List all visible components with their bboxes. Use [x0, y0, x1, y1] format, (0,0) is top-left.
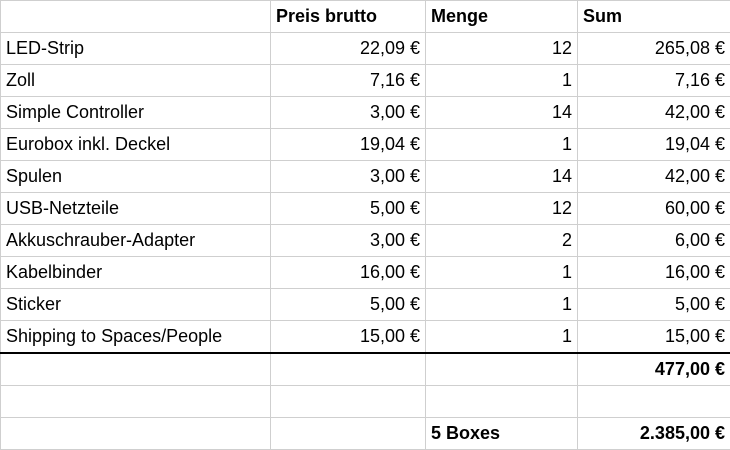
spreadsheet-grid: Preis brutto Menge Sum LED-Strip 22,09 €… [0, 0, 730, 450]
item-quantity-cell[interactable]: 12 [425, 192, 578, 225]
item-sum-cell[interactable]: 5,00 € [577, 288, 730, 321]
subtotal-cell[interactable]: 477,00 € [577, 352, 730, 386]
item-name-cell[interactable]: Shipping to Spaces/People [0, 320, 271, 354]
item-name-cell[interactable]: Eurobox inkl. Deckel [0, 128, 271, 161]
empty-cell[interactable] [425, 352, 578, 386]
item-quantity-cell[interactable]: 1 [425, 320, 578, 354]
header-cell-sum[interactable]: Sum [577, 0, 730, 33]
item-name-cell[interactable]: LED-Strip [0, 32, 271, 65]
item-name-cell[interactable]: Akkuschrauber-Adapter [0, 224, 271, 257]
empty-cell[interactable] [425, 385, 578, 418]
item-price-cell[interactable]: 7,16 € [270, 64, 426, 97]
header-cell-quantity[interactable]: Menge [425, 0, 578, 33]
item-name-cell[interactable]: Spulen [0, 160, 271, 193]
item-name-cell[interactable]: Zoll [0, 64, 271, 97]
item-name-cell[interactable]: Sticker [0, 288, 271, 321]
item-price-cell[interactable]: 16,00 € [270, 256, 426, 289]
header-cell-price[interactable]: Preis brutto [270, 0, 426, 33]
item-sum-cell[interactable]: 42,00 € [577, 160, 730, 193]
item-sum-cell[interactable]: 42,00 € [577, 96, 730, 129]
item-quantity-cell[interactable]: 1 [425, 64, 578, 97]
empty-cell[interactable] [0, 352, 271, 386]
subtotal-row: 477,00 € [0, 352, 730, 386]
item-price-cell[interactable]: 15,00 € [270, 320, 426, 354]
item-name-cell[interactable]: Simple Controller [0, 96, 271, 129]
item-sum-cell[interactable]: 15,00 € [577, 320, 730, 354]
item-price-cell[interactable]: 5,00 € [270, 288, 426, 321]
table-row: Kabelbinder 16,00 € 1 16,00 € [0, 256, 730, 289]
table-row: Eurobox inkl. Deckel 19,04 € 1 19,04 € [0, 128, 730, 161]
item-name-cell[interactable]: USB-Netzteile [0, 192, 271, 225]
table-row: Sticker 5,00 € 1 5,00 € [0, 288, 730, 321]
empty-cell[interactable] [577, 385, 730, 418]
boxes-label-cell[interactable]: 5 Boxes [425, 417, 578, 450]
table-row: Zoll 7,16 € 1 7,16 € [0, 64, 730, 97]
header-cell-item[interactable] [0, 0, 271, 33]
item-sum-cell[interactable]: 60,00 € [577, 192, 730, 225]
table-row: Akkuschrauber-Adapter 3,00 € 2 6,00 € [0, 224, 730, 257]
item-quantity-cell[interactable]: 1 [425, 256, 578, 289]
item-sum-cell[interactable]: 265,08 € [577, 32, 730, 65]
item-price-cell[interactable]: 5,00 € [270, 192, 426, 225]
item-price-cell[interactable]: 3,00 € [270, 96, 426, 129]
table-row: USB-Netzteile 5,00 € 12 60,00 € [0, 192, 730, 225]
item-quantity-cell[interactable]: 12 [425, 32, 578, 65]
boxes-total-cell[interactable]: 2.385,00 € [577, 417, 730, 450]
item-name-cell[interactable]: Kabelbinder [0, 256, 271, 289]
table-row: Simple Controller 3,00 € 14 42,00 € [0, 96, 730, 129]
item-quantity-cell[interactable]: 14 [425, 160, 578, 193]
item-quantity-cell[interactable]: 1 [425, 288, 578, 321]
empty-row [0, 385, 730, 418]
table-row: Spulen 3,00 € 14 42,00 € [0, 160, 730, 193]
item-sum-cell[interactable]: 19,04 € [577, 128, 730, 161]
empty-cell[interactable] [0, 417, 271, 450]
item-sum-cell[interactable]: 16,00 € [577, 256, 730, 289]
item-price-cell[interactable]: 3,00 € [270, 160, 426, 193]
empty-cell[interactable] [0, 385, 271, 418]
empty-cell[interactable] [270, 385, 426, 418]
item-price-cell[interactable]: 19,04 € [270, 128, 426, 161]
item-quantity-cell[interactable]: 14 [425, 96, 578, 129]
item-quantity-cell[interactable]: 2 [425, 224, 578, 257]
item-sum-cell[interactable]: 6,00 € [577, 224, 730, 257]
item-quantity-cell[interactable]: 1 [425, 128, 578, 161]
table-row: LED-Strip 22,09 € 12 265,08 € [0, 32, 730, 65]
item-price-cell[interactable]: 22,09 € [270, 32, 426, 65]
boxes-total-row: 5 Boxes 2.385,00 € [0, 417, 730, 450]
item-sum-cell[interactable]: 7,16 € [577, 64, 730, 97]
item-price-cell[interactable]: 3,00 € [270, 224, 426, 257]
empty-cell[interactable] [270, 417, 426, 450]
empty-cell[interactable] [270, 352, 426, 386]
table-row: Shipping to Spaces/People 15,00 € 1 15,0… [0, 320, 730, 354]
header-row: Preis brutto Menge Sum [0, 0, 730, 33]
